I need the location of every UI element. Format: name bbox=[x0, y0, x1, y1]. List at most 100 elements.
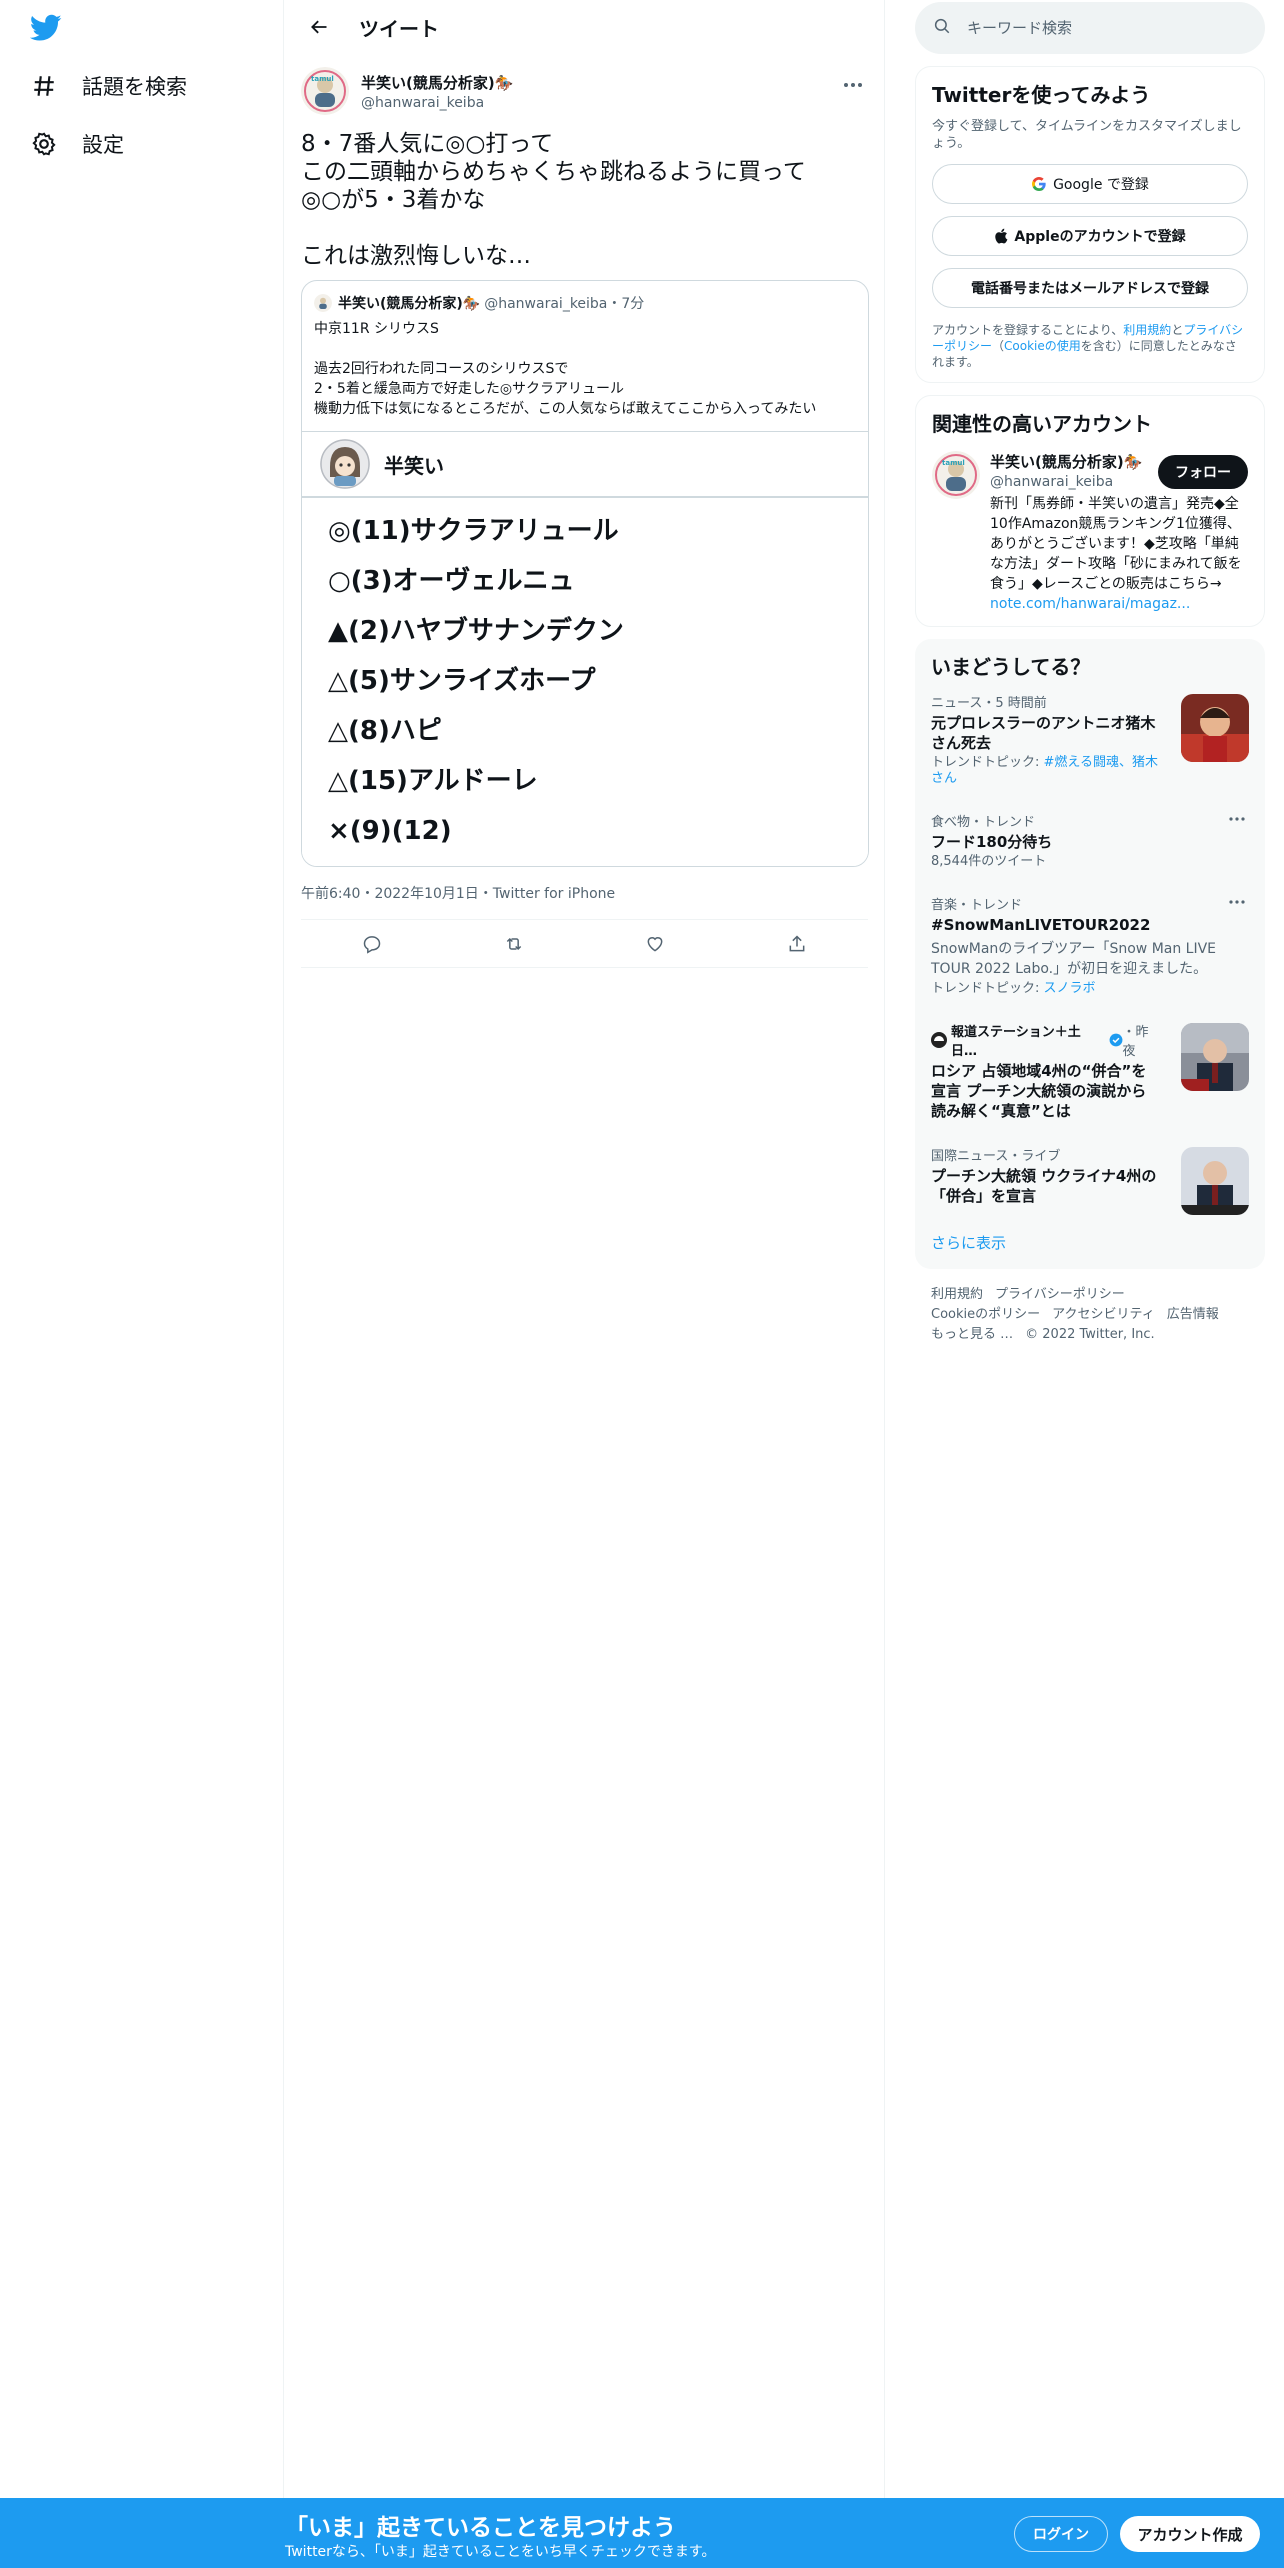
hashtag-icon bbox=[30, 72, 58, 100]
trend-description: SnowManのライブツアー「Snow Man LIVE TOUR 2022 L… bbox=[931, 941, 1217, 977]
share-icon[interactable] bbox=[779, 926, 815, 962]
trend-item[interactable]: 国際ニュース・ライブ プーチン大統領 ウクライナ4州の「併合」を宣言 bbox=[931, 1133, 1249, 1218]
apple-signup-button[interactable]: Appleのアカウントで登録 bbox=[932, 216, 1248, 256]
pick-item: △(5)サンライズホープ bbox=[328, 666, 596, 696]
twitter-logo-icon[interactable] bbox=[29, 14, 66, 44]
trend-topics: トレンドトピック: スノラボ bbox=[931, 981, 1249, 997]
back-arrow-icon[interactable] bbox=[301, 9, 337, 45]
trend-item[interactable]: 報道ステーション＋土日… ・昨夜 ロシア 占領地域4州の“併合”を宣言 プーチン… bbox=[931, 1009, 1249, 1133]
trend-item[interactable]: 食べ物・トレンド フード180分待ち 8,544件のツイート bbox=[931, 799, 1249, 882]
legal-text: と bbox=[1171, 323, 1184, 337]
retweet-icon[interactable] bbox=[496, 926, 532, 962]
phone-signup-button[interactable]: 電話番号またはメールアドレスで登録 bbox=[932, 268, 1248, 308]
search-input[interactable] bbox=[967, 19, 1227, 37]
trend-thumbnail bbox=[1181, 694, 1249, 762]
trend-title: プーチン大統領 ウクライナ4州の「併合」を宣言 bbox=[931, 1167, 1157, 1205]
pick-item: ○(3)オーヴェルニュ bbox=[328, 566, 575, 596]
google-signup-label: Google で登録 bbox=[1053, 177, 1149, 193]
signup-button[interactable]: アカウント作成 bbox=[1120, 2516, 1260, 2552]
picks-list: ◎(11)サクラアリュール ○(3)オーヴェルニュ ▲(2)ハヤブサナンデクン … bbox=[302, 498, 868, 866]
footer-link[interactable]: アクセシビリティ bbox=[1052, 1307, 1155, 1322]
footer-link[interactable]: Cookieのポリシー bbox=[931, 1307, 1040, 1322]
more-options-icon[interactable] bbox=[1225, 894, 1249, 910]
related-account[interactable]: tamul 半笑い(競馬分析家)🏇 @hanwarai_keiba 新刊「馬券師… bbox=[932, 451, 1248, 614]
show-more-link[interactable]: さらに表示 bbox=[931, 1218, 1249, 1257]
footer-link[interactable]: 利用規約 bbox=[931, 1287, 983, 1302]
trend-category: 音楽・トレンド bbox=[931, 898, 1023, 913]
page-title: ツイート bbox=[359, 16, 439, 41]
apple-signup-label: Appleのアカウントで登録 bbox=[1014, 229, 1186, 245]
related-bio: 新刊「馬券師・半笑いの遺言」発売◆全10作Amazon競馬ランキング1位獲得、あ… bbox=[990, 494, 1252, 614]
nav-explore[interactable]: 話題を検索 bbox=[30, 66, 187, 106]
trend-title: ロシア 占領地域4州の“併合”を宣言 プーチン大統領の演説から読み解く“真意”と… bbox=[931, 1062, 1147, 1120]
search-box[interactable] bbox=[915, 2, 1265, 54]
signup-title: Twitterを使ってみよう bbox=[932, 83, 1151, 107]
google-signup-button[interactable]: Google で登録 bbox=[932, 164, 1248, 204]
follow-button[interactable]: フォロー bbox=[1158, 455, 1248, 489]
trend-time: ・昨夜 bbox=[1122, 1025, 1149, 1059]
related-accounts-panel: 関連性の高いアカウント tamul 半笑い(競馬分析家)🏇 @hanwarai_… bbox=[915, 395, 1265, 627]
search-icon bbox=[933, 17, 951, 39]
related-title: 関連性の高いアカウント bbox=[932, 412, 1152, 436]
right-sidebar: Twitterを使ってみよう 今すぐ登録して、タイムラインをカスタマイズしましょ… bbox=[915, 0, 1265, 1345]
trend-source-name: 報道ステーション＋土日… bbox=[951, 1025, 1081, 1059]
trend-category: 食べ物・トレンド bbox=[931, 815, 1036, 830]
related-bio-text: 新刊「馬券師・半笑いの遺言」発売◆全10作Amazon競馬ランキング1位獲得、あ… bbox=[990, 496, 1242, 592]
trends-title: いまどうしてる？ bbox=[931, 655, 1091, 679]
gear-icon bbox=[30, 130, 58, 158]
tweet-header: ツイート bbox=[285, 0, 884, 54]
pick-item: △(8)ハピ bbox=[328, 716, 442, 746]
terms-link[interactable]: 利用規約 bbox=[1123, 323, 1171, 337]
trends-panel: いまどうしてる？ ニュース・5 時間前 元プロレスラーのアントニオ猪木さん死去 … bbox=[915, 639, 1265, 1269]
quote-image[interactable]: 半笑い ◎(11)サクラアリュール ○(3)オーヴェルニュ ▲(2)ハヤブサナン… bbox=[302, 431, 868, 866]
tweet-author: tamul 半笑い(競馬分析家)🏇 @hanwarai_keiba bbox=[301, 64, 868, 118]
trend-category: 国際ニュース・ライブ bbox=[931, 1149, 1061, 1164]
apple-icon bbox=[994, 228, 1008, 244]
more-options-icon[interactable] bbox=[838, 70, 868, 100]
svg-text:tamul: tamul bbox=[942, 459, 965, 467]
nav-settings[interactable]: 設定 bbox=[30, 124, 124, 164]
copyright: © 2022 Twitter, Inc. bbox=[1025, 1327, 1155, 1342]
quote-author-name: 半笑い(競馬分析家)🏇 bbox=[338, 296, 481, 312]
bottom-bar-subtitle: Twitterなら、「いま」起きていることをいち早くチェックできます。 bbox=[285, 2544, 716, 2560]
quote-avatar bbox=[314, 294, 332, 312]
footer-link[interactable]: もっと見る … bbox=[931, 1327, 1013, 1342]
like-icon[interactable] bbox=[637, 926, 673, 962]
legal-text: （ bbox=[992, 339, 1005, 353]
more-options-icon[interactable] bbox=[1225, 811, 1249, 827]
quoted-tweet[interactable]: 半笑い(競馬分析家)🏇 @hanwarai_keiba・7分 中京11R シリウ… bbox=[301, 280, 869, 867]
tweet-text: 8・7番人気に◎○打って この二頭軸からめちゃくちゃ跳ねるように買って ◎○が5… bbox=[301, 131, 806, 269]
tweet-timestamp[interactable]: 午前6:40・2022年10月1日・Twitter for iPhone bbox=[301, 883, 868, 920]
author-name[interactable]: 半笑い(競馬分析家)🏇 bbox=[361, 72, 513, 93]
legal-text: アカウントを登録することにより、 bbox=[932, 323, 1124, 337]
trend-title: #SnowManLIVETOUR2022 bbox=[931, 916, 1151, 934]
trend-item[interactable]: 音楽・トレンド #SnowManLIVETOUR2022 SnowManのライブ… bbox=[931, 882, 1249, 1009]
trend-item[interactable]: ニュース・5 時間前 元プロレスラーのアントニオ猪木さん死去 トレンドトピック:… bbox=[931, 680, 1249, 799]
related-avatar[interactable]: tamul bbox=[932, 451, 980, 499]
pick-item: ×(9)(12) bbox=[328, 816, 452, 846]
footer-link[interactable]: プライバシーポリシー bbox=[995, 1287, 1125, 1302]
main-column: ツイート tamul 半笑い(競馬分析家)🏇 @hanwarai_keiba 8… bbox=[285, 0, 885, 2498]
trend-topics: トレンドトピック: #燃える闘魂、猪木さん bbox=[931, 755, 1161, 787]
trend-title: フード180分待ち bbox=[931, 833, 1053, 851]
reply-icon[interactable] bbox=[354, 926, 390, 962]
pick-item: ▲(2)ハヤブサナンデクン bbox=[328, 616, 624, 646]
card-author-name: 半笑い bbox=[384, 453, 444, 478]
login-button[interactable]: ログイン bbox=[1014, 2516, 1108, 2552]
author-handle[interactable]: @hanwarai_keiba bbox=[361, 95, 513, 111]
signup-subtitle: 今すぐ登録して、タイムラインをカスタマイズしましょう。 bbox=[932, 119, 1242, 151]
pick-item: ◎(11)サクラアリュール bbox=[328, 516, 619, 546]
quote-author-handle: @hanwarai_keiba・7分 bbox=[484, 296, 645, 312]
quote-text: 中京11R シリウスS 過去2回行われた同コースのシリウスSで 2・5着と緩急両… bbox=[314, 321, 817, 417]
trend-thumbnail bbox=[1181, 1023, 1249, 1091]
phone-signup-label: 電話番号またはメールアドレスで登録 bbox=[971, 281, 1209, 297]
related-bio-link[interactable]: note.com/hanwarai/magaz... bbox=[990, 596, 1190, 612]
nav-settings-label: 設定 bbox=[82, 133, 124, 157]
tweet-detail: tamul 半笑い(競馬分析家)🏇 @hanwarai_keiba 8・7番人気… bbox=[285, 54, 884, 920]
footer-link[interactable]: 広告情報 bbox=[1167, 1307, 1219, 1322]
google-icon bbox=[1031, 176, 1047, 192]
cookie-link[interactable]: Cookieの使用 bbox=[1004, 339, 1081, 353]
tweet-actions bbox=[301, 920, 868, 968]
author-avatar[interactable]: tamul bbox=[301, 67, 349, 115]
trend-topics-link[interactable]: スノラボ bbox=[1044, 981, 1096, 996]
